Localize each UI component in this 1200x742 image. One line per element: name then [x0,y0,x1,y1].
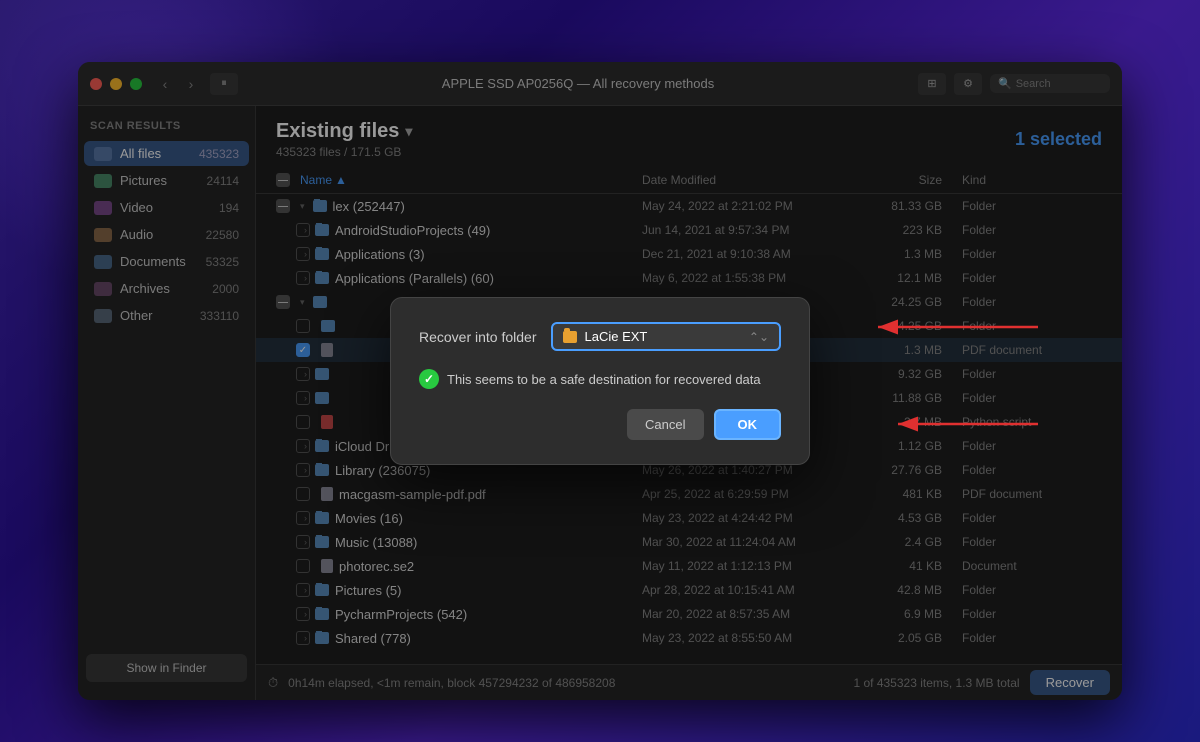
dialog-overlay: Recover into folder LaCie EXT ⌃⌄ ✓ This … [78,62,1122,700]
safe-destination-message: ✓ This seems to be a safe destination fo… [419,369,781,389]
folder-dropdown[interactable]: LaCie EXT ⌃⌄ [551,322,781,351]
dropdown-arrow-icon: ⌃⌄ [749,330,769,344]
main-window: ‹ › ⏸ APPLE SSD AP0256Q — All recovery m… [78,62,1122,700]
dialog-buttons: Cancel OK [419,409,781,440]
ok-button[interactable]: OK [714,409,782,440]
dialog-label: Recover into folder [419,329,537,345]
checkmark-icon: ✓ [419,369,439,389]
dialog-folder-row: Recover into folder LaCie EXT ⌃⌄ [419,322,781,351]
folder-dropdown-icon [563,331,577,343]
folder-dropdown-text: LaCie EXT [585,329,741,344]
cancel-button[interactable]: Cancel [627,409,703,440]
safe-message-text: This seems to be a safe destination for … [447,372,761,387]
recover-dialog: Recover into folder LaCie EXT ⌃⌄ ✓ This … [390,297,810,465]
